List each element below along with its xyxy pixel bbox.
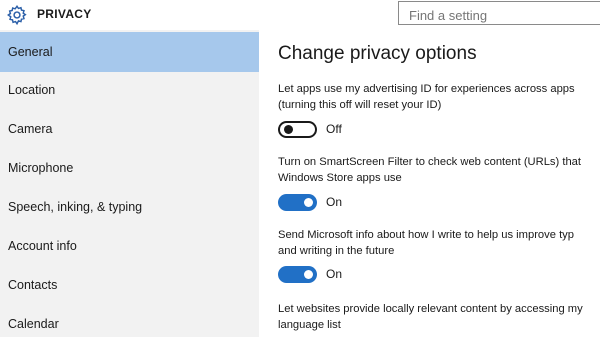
option-description-line: language list: [278, 319, 341, 331]
smartscreen-toggle[interactable]: [278, 194, 317, 211]
option-description: Send Microsoft info about how I write to…: [278, 227, 600, 259]
sidebar-item-camera[interactable]: Camera: [0, 109, 259, 149]
writing-info-toggle[interactable]: [278, 266, 317, 283]
option-description-line: Turn on SmartScreen Filter to check web …: [278, 156, 582, 168]
gear-icon: [7, 5, 27, 26]
option-description: Let apps use my advertising ID for exper…: [278, 81, 600, 113]
settings-window: PRIVACY General Location Camera Micropho…: [0, 0, 600, 337]
toggle-state-label: Off: [326, 122, 342, 136]
toggle-state-label: On: [326, 195, 343, 209]
toggle-knob: [284, 125, 293, 134]
sidebar-item-contacts[interactable]: Contacts: [0, 265, 259, 305]
page-title: PRIVACY: [37, 7, 92, 21]
sidebar: General Location Camera Microphone Speec…: [0, 30, 259, 337]
toggle-state-label: On: [326, 267, 343, 281]
sidebar-item-microphone[interactable]: Microphone: [0, 148, 259, 188]
section-heading: Change privacy options: [278, 43, 477, 64]
option-description-line: Let apps use my advertising ID for exper…: [278, 83, 575, 95]
sidebar-item-general[interactable]: General: [0, 32, 259, 72]
header-bar: PRIVACY: [0, 0, 600, 30]
toggle-knob: [304, 270, 313, 279]
advertising-id-toggle[interactable]: [278, 121, 317, 138]
sidebar-item-account-info[interactable]: Account info: [0, 226, 259, 266]
sidebar-item-location[interactable]: Location: [0, 70, 259, 110]
sidebar-item-calendar[interactable]: Calendar: [0, 304, 259, 337]
option-description: Turn on SmartScreen Filter to check web …: [278, 154, 600, 186]
search-input[interactable]: [398, 1, 600, 25]
option-description-line: and writing in the future: [278, 245, 395, 257]
sidebar-item-speech-inking-typing[interactable]: Speech, inking, & typing: [0, 187, 259, 227]
option-description-line: (turning this off will reset your ID): [278, 99, 442, 111]
toggle-knob: [304, 198, 313, 207]
option-description-line: Send Microsoft info about how I write to…: [278, 229, 574, 241]
option-description-line: Let websites provide locally relevant co…: [278, 303, 583, 315]
option-description: Let websites provide locally relevant co…: [278, 301, 600, 333]
main-content: Change privacy options Let apps use my a…: [259, 30, 600, 337]
option-description-line: Windows Store apps use: [278, 172, 402, 184]
